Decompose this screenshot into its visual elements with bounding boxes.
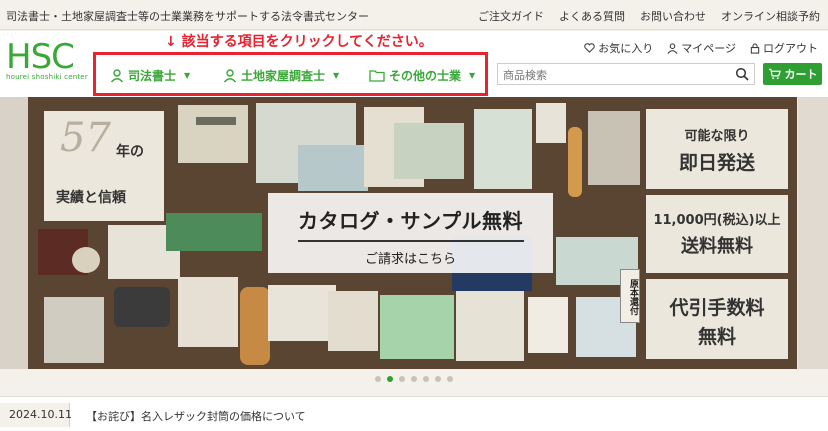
promo-headline: 送料無料 xyxy=(681,236,753,257)
promo-headline: 代引手数料 xyxy=(669,297,765,319)
mypage-link[interactable]: マイページ xyxy=(667,40,736,56)
category-label: その他の士業 xyxy=(389,69,462,83)
product-image xyxy=(298,145,368,191)
product-image xyxy=(178,105,248,163)
catalog-subtitle: ご請求はこちら xyxy=(364,252,456,267)
free-cod-fee-badge: 代引手数料 無料 xyxy=(646,279,788,359)
same-day-shipping-badge: 可能な限り 即日発送 xyxy=(646,109,788,189)
years-number: 57 xyxy=(60,115,111,161)
logout-label: ログアウト xyxy=(763,42,818,55)
carousel-dot[interactable] xyxy=(387,376,393,382)
product-image xyxy=(178,277,238,347)
faq-link[interactable]: よくある質問 xyxy=(559,8,625,24)
caret-down-icon: ▼ xyxy=(184,71,191,80)
catalog-title: カタログ・サンプル無料 xyxy=(298,209,523,233)
years-text: 実績と信頼 xyxy=(56,190,126,206)
product-image xyxy=(196,117,236,125)
mypage-label: マイページ xyxy=(681,42,736,55)
online-consultation-link[interactable]: オンライン相談予約 xyxy=(721,8,820,24)
category-instruction: ↓ 該当する項目をクリックしてください。 xyxy=(165,34,433,50)
carousel-dot[interactable] xyxy=(411,376,417,382)
person-icon xyxy=(223,68,237,82)
carousel-dot[interactable] xyxy=(447,376,453,382)
order-guide-link[interactable]: ご注文ガイド xyxy=(478,8,544,24)
previous-slide-peek[interactable] xyxy=(0,97,28,369)
promo-headline: 即日発送 xyxy=(678,152,755,174)
product-image xyxy=(474,109,532,189)
person-icon xyxy=(110,68,124,82)
free-shipping-badge: 11,000円(税込)以上 送料無料 xyxy=(646,195,788,273)
hero-carousel: 原本還付 57 年の 実績と信頼 カタログ・サンプル無料 ご請求はこちら 可能な… xyxy=(0,97,828,369)
carousel-dots xyxy=(0,376,828,382)
product-image xyxy=(588,111,640,185)
carousel-dot[interactable] xyxy=(375,376,381,382)
stamp-label: 原本還付 xyxy=(620,269,640,323)
product-image xyxy=(268,285,336,341)
news-title-link[interactable]: 【お詫び】名入レザック封筒の価格について xyxy=(86,408,306,424)
logo-mark: HSC xyxy=(6,37,75,77)
product-image xyxy=(528,297,568,353)
news-date: 2024.10.11 xyxy=(0,403,72,427)
category-land-surveyor[interactable]: 土地家屋調査士 ▼ xyxy=(223,67,339,84)
category-judicial-scrivener[interactable]: 司法書士 ▼ xyxy=(110,67,190,84)
site-header: HSC hourei shoshiki center ↓ 該当する項目をクリック… xyxy=(0,31,828,97)
product-image xyxy=(114,287,170,327)
site-logo[interactable]: HSC hourei shoshiki center xyxy=(6,37,88,89)
promo-headline: 無料 xyxy=(697,326,736,348)
carousel-dot[interactable] xyxy=(435,376,441,382)
caret-down-icon: ▼ xyxy=(469,71,476,80)
news-bar: 2024.10.11 【お詫び】名入レザック封筒の価格について xyxy=(0,396,828,431)
cart-icon xyxy=(768,68,781,80)
site-tagline: 司法書士・土地家屋調査士等の士業業務をサポートする法令書式センター xyxy=(6,10,369,23)
product-image xyxy=(568,127,582,197)
cart-label: カート xyxy=(784,68,818,81)
search-icon[interactable] xyxy=(735,67,749,81)
favorites-label: お気に入り xyxy=(598,42,654,55)
utility-links: ご注文ガイド よくある質問 お問い合わせ オンライン相談予約 xyxy=(478,8,820,24)
next-slide-peek[interactable] xyxy=(798,97,828,369)
years-badge: 57 年の 実績と信頼 xyxy=(44,111,164,221)
user-icon xyxy=(667,42,678,54)
caret-down-icon: ▼ xyxy=(333,71,340,80)
product-image xyxy=(380,295,454,359)
heart-icon xyxy=(584,43,595,53)
product-image xyxy=(394,123,464,179)
favorites-link[interactable]: お気に入り xyxy=(584,40,653,56)
catalog-divider xyxy=(297,240,524,242)
category-nav: 司法書士 ▼ 土地家屋調査士 ▼ その他の士業 ▼ xyxy=(93,52,488,96)
catalog-request-box[interactable]: カタログ・サンプル無料 ご請求はこちら xyxy=(268,193,553,273)
category-label: 土地家屋調査士 xyxy=(241,69,326,83)
product-image xyxy=(166,213,262,251)
carousel-dot[interactable] xyxy=(423,376,429,382)
promo-line: 可能な限り xyxy=(684,129,750,144)
product-image xyxy=(240,287,270,365)
contact-link[interactable]: お問い合わせ xyxy=(640,8,706,24)
promo-line: 11,000円(税込)以上 xyxy=(653,213,781,228)
search-input[interactable] xyxy=(498,65,728,86)
logo-subtitle: hourei shoshiki center xyxy=(6,73,88,81)
logout-link[interactable]: ログアウト xyxy=(750,40,818,56)
product-image xyxy=(536,103,566,143)
product-image xyxy=(456,291,524,361)
category-label: 司法書士 xyxy=(128,69,177,83)
account-links: お気に入り マイページ ログアウト xyxy=(584,40,818,56)
cart-button[interactable]: カート xyxy=(763,63,822,85)
lock-icon xyxy=(750,43,760,54)
product-image xyxy=(328,291,378,351)
carousel-dot[interactable] xyxy=(399,376,405,382)
folder-icon xyxy=(369,70,385,82)
years-suffix: 年の xyxy=(116,144,144,160)
category-other-professions[interactable]: その他の士業 ▼ xyxy=(369,67,475,84)
hero-banner[interactable]: 原本還付 57 年の 実績と信頼 カタログ・サンプル無料 ご請求はこちら 可能な… xyxy=(28,97,797,369)
search-box xyxy=(497,63,755,86)
product-image xyxy=(44,297,104,363)
top-utility-bar: 司法書士・土地家屋調査士等の士業業務をサポートする法令書式センター ご注文ガイド… xyxy=(0,0,828,30)
product-image xyxy=(72,247,100,273)
